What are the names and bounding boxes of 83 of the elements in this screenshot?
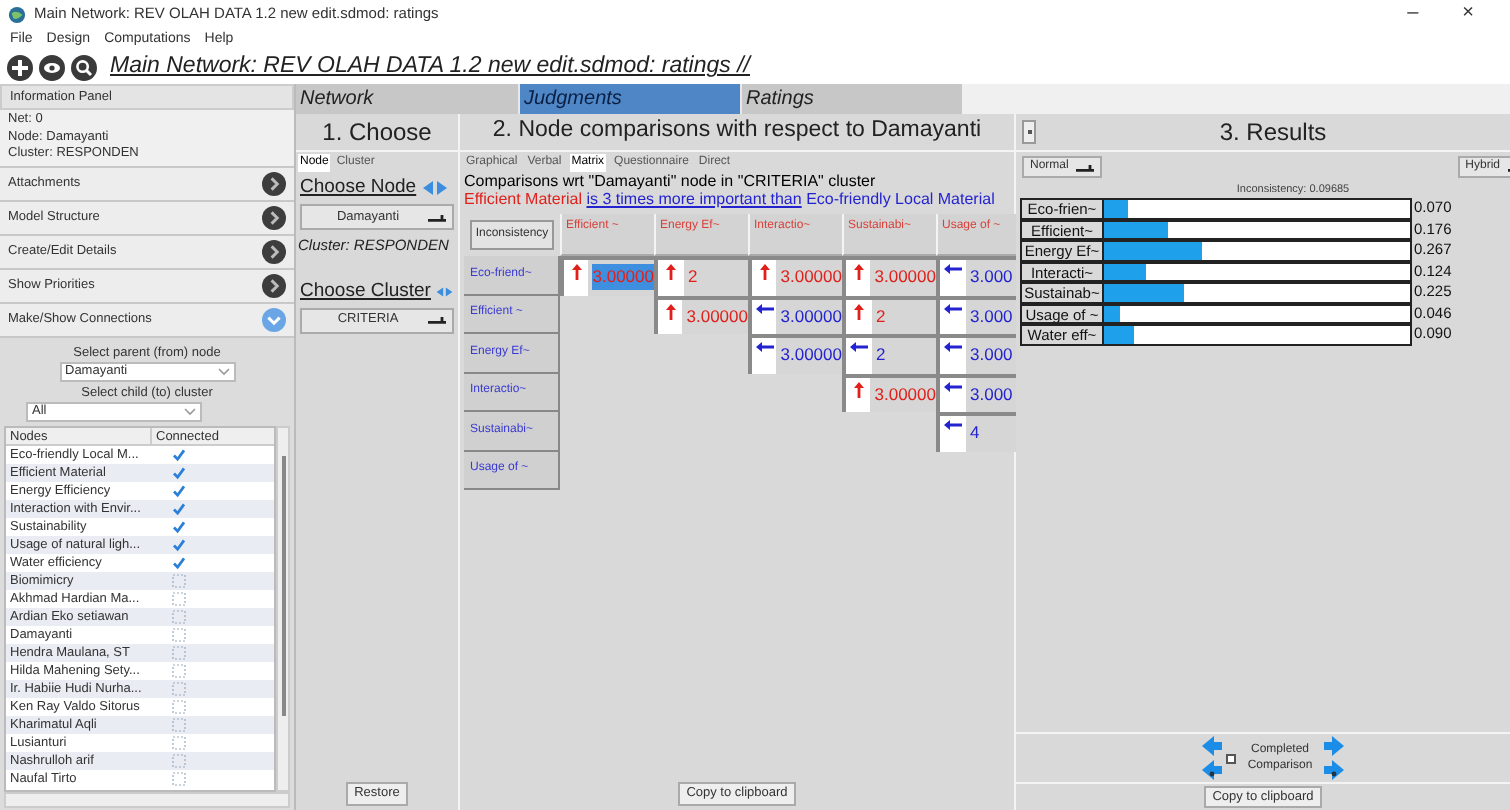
matrix-cell[interactable]: 3.000	[936, 295, 1016, 334]
checkmark-icon[interactable]	[172, 555, 186, 569]
matrix-cell[interactable]: 3.00000	[842, 373, 936, 412]
cell-value[interactable]: 3.000	[970, 342, 1013, 369]
left-arrow-icon[interactable]	[1202, 760, 1222, 780]
eye-icon[interactable]	[38, 54, 66, 82]
cell-value[interactable]: 4	[970, 420, 980, 447]
checkbox[interactable]	[172, 609, 186, 623]
checkbox[interactable]	[172, 753, 186, 767]
left-right-arrows-icon[interactable]	[436, 283, 454, 300]
chevron-right-icon[interactable]	[262, 239, 286, 263]
search-icon[interactable]	[70, 54, 98, 82]
panel-title: 2. Node comparisons with respect to Damayanti	[460, 114, 1014, 152]
checkmark-icon[interactable]	[172, 537, 186, 551]
checkmark-icon[interactable]	[172, 465, 186, 479]
matrix-cell[interactable]: 3.00000	[748, 295, 842, 334]
checkmark-icon[interactable]	[172, 447, 186, 461]
checkbox[interactable]	[172, 627, 186, 641]
cell-value[interactable]: 2	[688, 264, 698, 291]
collapse-button[interactable]	[1022, 120, 1036, 144]
matrix-cell[interactable]: 4	[936, 412, 1016, 451]
checkmark-icon[interactable]	[172, 501, 186, 515]
network-title: Main Network: REV OLAH DATA 1.2 new edit.sdmod: ratings //	[110, 52, 750, 83]
checkbox[interactable]	[1226, 753, 1236, 763]
checkmark-icon[interactable]	[172, 519, 186, 533]
checkmark-icon[interactable]	[172, 483, 186, 497]
judgment-link[interactable]: is 3 times more important than	[586, 190, 802, 208]
right-arrow-icon[interactable]	[1324, 760, 1344, 780]
tab[interactable]: Network	[296, 84, 518, 114]
section-heading: Choose Node	[300, 174, 417, 202]
cell-value[interactable]: 2	[876, 342, 886, 369]
cell-value[interactable]: 3.00000	[780, 303, 842, 330]
scrollbar[interactable]	[4, 792, 290, 808]
tab[interactable]: Judgments	[518, 84, 740, 114]
dropdown-icon	[217, 367, 229, 375]
comparison-heading: Comparisons wrt "Damayanti" node in "CRITERIA" cluster	[462, 172, 878, 190]
cell-value[interactable]: 3.00000	[780, 342, 842, 369]
chevron-right-icon[interactable]	[262, 171, 286, 195]
cell-value[interactable]: 3.00000	[874, 381, 936, 408]
matrix-cell[interactable]: 3.000	[936, 256, 1016, 295]
matrix-cell[interactable]: 2	[842, 295, 936, 334]
tab[interactable]: Ratings	[740, 84, 962, 114]
panel-title: 1. Choose	[296, 114, 458, 152]
chevron-right-icon[interactable]	[262, 273, 286, 297]
chevron-right-icon[interactable]	[262, 205, 286, 229]
cell-value[interactable]: 2	[876, 303, 886, 330]
dropdown-icon	[428, 213, 446, 222]
matrix-cell[interactable]: 3.00000	[748, 256, 842, 295]
matrix-cell[interactable]: 3.000	[936, 373, 1016, 412]
cell-value[interactable]: 3.00000	[686, 303, 748, 330]
cell-value[interactable]: 3.000	[970, 303, 1013, 330]
left-right-arrows-icon[interactable]	[422, 180, 449, 197]
add-icon[interactable]	[6, 54, 34, 82]
checkbox[interactable]	[172, 681, 186, 695]
checkbox[interactable]	[172, 663, 186, 677]
cell-value[interactable]: 3.000	[970, 381, 1013, 408]
matrix-cell[interactable]: 3.00000	[748, 334, 842, 373]
panel-title: 3. Results	[1217, 116, 1329, 150]
minimize-button[interactable]: –	[1407, 4, 1419, 24]
dropdown-icon	[184, 407, 196, 415]
app-icon	[8, 5, 26, 23]
dropdown-icon	[428, 316, 446, 325]
matrix-cell[interactable]: 2	[842, 334, 936, 373]
matrix-cell[interactable]: 3.00000	[654, 295, 748, 334]
scrollbar[interactable]	[276, 425, 290, 792]
checkbox[interactable]	[172, 699, 186, 713]
cell-value[interactable]: 3.000	[970, 264, 1013, 291]
checkbox[interactable]	[172, 735, 186, 749]
judgment-sentence: Efficient Material is 3 times more important than Eco-friendly Local Material	[462, 190, 997, 208]
cell-value[interactable]: 3.00000	[874, 264, 936, 291]
chevron-down-icon[interactable]	[262, 307, 286, 331]
matrix-cell[interactable]: 2	[654, 256, 748, 295]
checkbox[interactable]	[172, 645, 186, 659]
close-button[interactable]: ×	[1462, 4, 1474, 24]
matrix-cell[interactable]: 3.00000	[842, 256, 936, 295]
section-heading: Choose Cluster	[300, 277, 431, 305]
matrix-cell[interactable]: 3.000	[936, 334, 1016, 373]
checkbox[interactable]	[172, 771, 186, 785]
checkbox[interactable]	[172, 591, 186, 605]
checkbox[interactable]	[172, 573, 186, 587]
cell-value[interactable]: 3.00000	[780, 264, 842, 291]
dropdown-icon	[1076, 163, 1095, 171]
checkbox[interactable]	[172, 717, 186, 731]
